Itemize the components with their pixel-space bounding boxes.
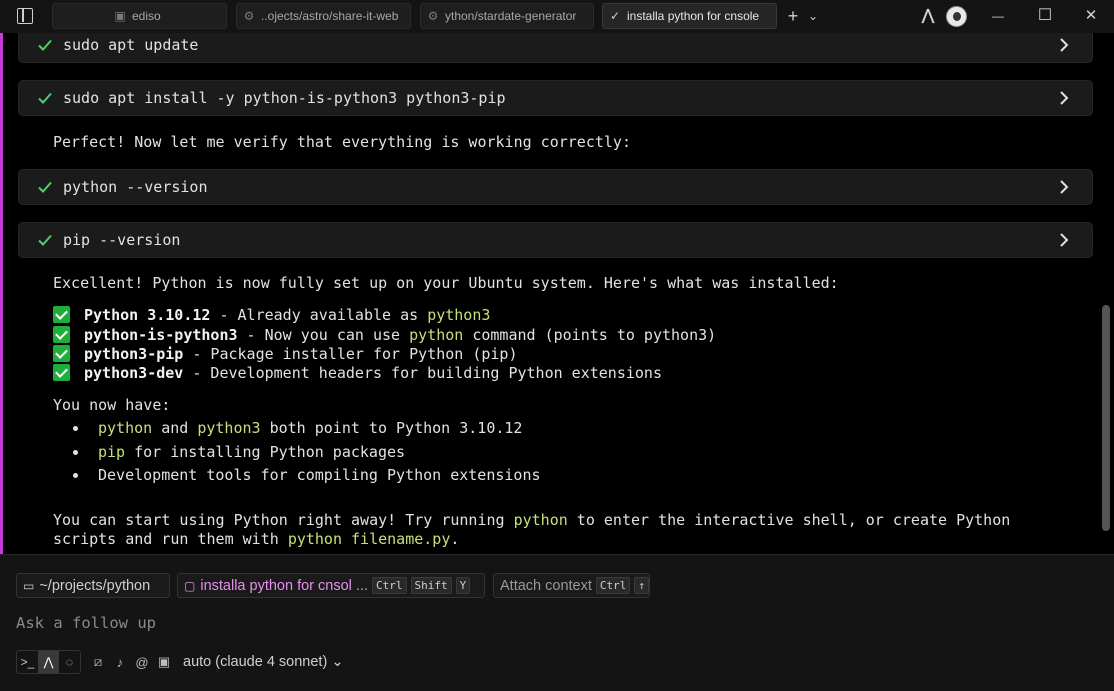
check-icon	[38, 181, 52, 193]
bullet-dot	[73, 426, 78, 431]
mode-toggle[interactable]: >_ ⋀ ◌	[16, 650, 81, 674]
command-block[interactable]: sudo apt update	[18, 33, 1093, 63]
git-icon: ⚙	[243, 9, 255, 23]
chevron-right-icon[interactable]	[1056, 232, 1072, 248]
tab-dropdown-icon[interactable]: ⌄	[806, 6, 820, 26]
tab-stardate-generator[interactable]: ⚙ ython/stardate-generator	[420, 3, 594, 29]
conversation-pane: sudo apt update sudo apt install -y pyth…	[0, 33, 1114, 554]
image-icon[interactable]: ▣	[153, 654, 175, 670]
chevron-right-icon[interactable]	[1056, 90, 1072, 106]
folder-icon: ▭	[23, 578, 35, 593]
check-icon	[38, 92, 52, 104]
installed-item: python3-dev - Development headers for bu…	[53, 364, 662, 382]
close-button[interactable]: ✕	[1082, 6, 1100, 26]
bullet-dot	[73, 473, 78, 478]
bullet-dot	[73, 450, 78, 455]
command-block[interactable]: python --version	[18, 169, 1093, 205]
checkbox-icon	[53, 326, 70, 343]
minimize-button[interactable]: —	[990, 6, 1006, 26]
new-tab-button[interactable]: +	[785, 6, 801, 26]
maximize-button[interactable]: ☐	[1036, 6, 1054, 26]
checkbox-icon	[53, 364, 70, 381]
warp-logo-icon[interactable]: ⋀	[920, 6, 936, 26]
model-selector[interactable]: auto (claude 4 sonnet) ⌄	[183, 654, 343, 670]
composer: ▭ ~/projects/python ▢ installa python fo…	[0, 554, 1114, 691]
sidebar-toggle-icon[interactable]	[17, 8, 33, 24]
attach-context-button[interactable]: Attach context Ctrl ↑	[493, 573, 650, 598]
list-item: pip for installing Python packages	[98, 443, 406, 461]
chat-icon: ▢	[184, 578, 196, 593]
agent-mode-icon[interactable]: ⋀	[38, 651, 59, 673]
chevron-right-icon[interactable]	[1056, 37, 1072, 53]
assistant-message: scripts and run them with python filenam…	[53, 530, 460, 548]
active-block-indicator	[0, 33, 3, 554]
microphone-icon[interactable]: ♪	[109, 655, 131, 670]
title-bar: ▣ ediso ⚙ ..ojects/astro/share-it-web ⚙ …	[0, 0, 1114, 33]
conversation-chip[interactable]: ▢ installa python for cnsol ... Ctrl Shi…	[177, 573, 485, 598]
assistant-message: Perfect! Now let me verify that everythi…	[53, 133, 631, 151]
lightbulb-icon[interactable]: ◌	[59, 651, 80, 673]
check-icon	[38, 39, 52, 51]
assistant-message: You can start using Python right away! T…	[53, 511, 1011, 529]
tab-ediso[interactable]: ▣ ediso	[52, 3, 227, 29]
composer-toolbar: >_ ⋀ ◌ ⧄ ♪ @ ▣ auto (claude 4 sonnet) ⌄	[16, 650, 343, 674]
folder-icon: ▣	[114, 9, 126, 23]
list-item: Development tools for compiling Python e…	[98, 466, 541, 484]
assistant-message: Excellent! Python is now fully set up on…	[53, 274, 839, 292]
section-label: You now have:	[53, 396, 171, 414]
mention-icon[interactable]: @	[131, 655, 153, 670]
check-icon: ✓	[609, 9, 621, 23]
command-block[interactable]: pip --version	[18, 222, 1093, 258]
installed-item: Python 3.10.12 - Already available as py…	[53, 306, 490, 324]
command-block[interactable]: sudo apt install -y python-is-python3 py…	[18, 80, 1093, 116]
checkbox-icon	[53, 306, 70, 323]
avatar[interactable]	[946, 6, 967, 27]
git-icon: ⚙	[427, 9, 439, 23]
chevron-right-icon[interactable]	[1056, 179, 1072, 195]
directory-chip[interactable]: ▭ ~/projects/python	[16, 573, 170, 598]
slash-command-icon[interactable]: ⧄	[87, 654, 109, 670]
tab-installa-python[interactable]: ✓ installa python for cnsole	[602, 3, 777, 29]
installed-item: python3-pip - Package installer for Pyth…	[53, 345, 517, 363]
follow-up-input[interactable]: Ask a follow up	[16, 614, 156, 632]
list-item: python and python3 both point to Python …	[98, 419, 523, 437]
installed-item: python-is-python3 - Now you can use pyth…	[53, 326, 716, 344]
checkbox-icon	[53, 345, 70, 362]
scrollbar[interactable]	[1102, 305, 1110, 531]
tab-share-it-web[interactable]: ⚙ ..ojects/astro/share-it-web	[236, 3, 411, 29]
terminal-mode-icon[interactable]: >_	[17, 651, 38, 673]
check-icon	[38, 234, 52, 246]
